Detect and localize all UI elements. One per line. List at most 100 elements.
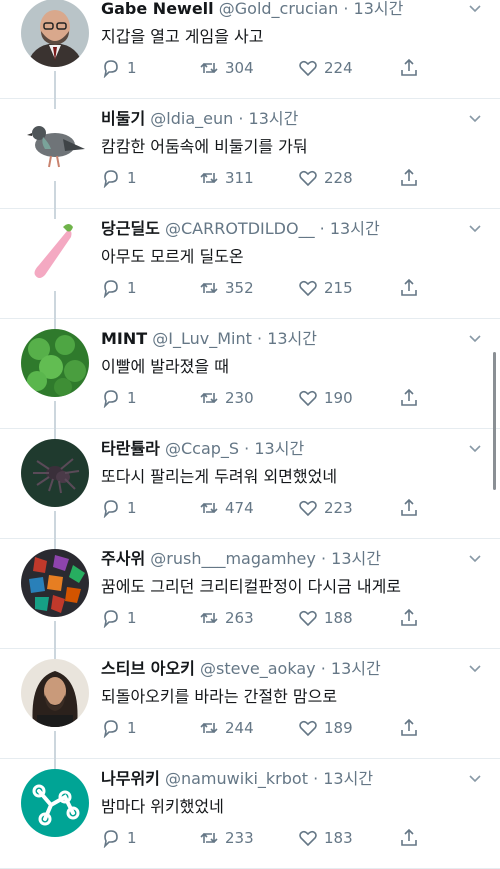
tweet[interactable]: 당근딜도 @CARROTDILDO__ · 13시간 아무도 모르게 딜도온 1… [0,209,500,329]
like-count: 188 [324,609,353,627]
share-button[interactable] [399,277,425,299]
chevron-down-icon[interactable] [468,662,482,676]
retweet-button[interactable]: 352 [199,277,254,299]
avatar[interactable] [21,769,89,837]
user-handle[interactable]: @Ccap_S [165,439,239,458]
like-count: 223 [324,499,353,517]
tweet-header: 주사위 @rush___magamhey · 13시간 [101,548,460,570]
timestamp[interactable]: 13시간 [331,659,381,678]
share-button[interactable] [399,607,425,629]
chevron-down-icon[interactable] [468,2,482,16]
reply-button[interactable]: 1 [101,497,137,519]
share-button[interactable] [399,387,425,409]
reply-count: 1 [127,59,137,77]
like-button[interactable]: 224 [298,57,353,79]
retweet-button[interactable]: 230 [199,387,254,409]
reply-button[interactable]: 1 [101,57,137,79]
display-name[interactable]: 스티브 아오키 [101,659,195,678]
user-handle[interactable]: @I_Luv_Mint [152,329,252,348]
share-button[interactable] [399,827,425,849]
reply-button[interactable]: 1 [101,607,137,629]
tweet-text: 또다시 팔리는게 두려워 외면했었네 [101,467,338,486]
retweet-button[interactable]: 474 [199,497,254,519]
chevron-down-icon[interactable] [468,222,482,236]
like-button[interactable]: 190 [298,387,353,409]
tweet-actions: 1 352 215 [101,277,480,299]
chevron-down-icon[interactable] [468,442,482,456]
reply-button[interactable]: 1 [101,827,137,849]
like-button[interactable]: 188 [298,607,353,629]
avatar[interactable] [21,659,89,727]
tweet[interactable]: 주사위 @rush___magamhey · 13시간 꿈에도 그리던 크리티컬… [0,539,500,659]
reply-icon [103,390,118,408]
chevron-down-icon[interactable] [468,552,482,566]
avatar[interactable] [21,0,89,67]
reply-count: 1 [127,499,137,517]
share-button[interactable] [399,57,425,79]
retweet-button[interactable]: 244 [199,717,254,739]
scrollbar[interactable] [493,352,496,490]
avatar[interactable] [21,219,89,287]
share-button[interactable] [399,497,425,519]
separator: · [319,219,325,238]
user-handle[interactable]: @ldia_eun [150,109,233,128]
share-button[interactable] [399,717,425,739]
user-handle[interactable]: @steve_aokay [200,659,316,678]
tweet[interactable]: 나무위키 @namuwiki_krbot · 13시간 밤마다 위키했었네 1 … [0,759,500,869]
tarantula-avatar-icon [21,439,89,507]
timestamp[interactable]: 13시간 [267,329,317,348]
tweet[interactable]: Gabe Newell @Gold_crucian · 13시간 지갑을 열고 … [0,0,500,109]
chevron-down-icon[interactable] [468,112,482,126]
timestamp[interactable]: 13시간 [323,769,373,788]
display-name[interactable]: 타란튤라 [101,439,160,458]
avatar[interactable] [21,549,89,617]
reply-button[interactable]: 1 [101,387,137,409]
reply-count: 1 [127,279,137,297]
like-button[interactable]: 228 [298,167,353,189]
like-button[interactable]: 223 [298,497,353,519]
reply-button[interactable]: 1 [101,167,137,189]
share-button[interactable] [399,167,425,189]
retweet-button[interactable]: 304 [199,57,254,79]
reply-button[interactable]: 1 [101,717,137,739]
like-count: 189 [324,719,353,737]
user-handle[interactable]: @CARROTDILDO__ [165,219,315,238]
timestamp[interactable]: 13시간 [354,0,404,18]
display-name[interactable]: 비둘기 [101,109,145,128]
retweet-button[interactable]: 311 [199,167,254,189]
user-handle[interactable]: @namuwiki_krbot [165,769,308,788]
timestamp[interactable]: 13시간 [254,439,304,458]
tweet[interactable]: MINT @I_Luv_Mint · 13시간 이빨에 발라졌을 때 1 230… [0,319,500,439]
tweet[interactable]: 타란튤라 @Ccap_S · 13시간 또다시 팔리는게 두려워 외면했었네 1… [0,429,500,549]
timestamp[interactable]: 13시간 [249,109,299,128]
like-button[interactable]: 215 [298,277,353,299]
user-handle[interactable]: @rush___magamhey [150,549,316,568]
display-name[interactable]: MINT [101,329,147,348]
avatar[interactable] [21,329,89,397]
like-button[interactable]: 189 [298,717,353,739]
tweet-header: 당근딜도 @CARROTDILDO__ · 13시간 [101,218,460,240]
chevron-down-icon[interactable] [468,332,482,346]
display-name[interactable]: 나무위키 [101,769,160,788]
person-suit-avatar-icon [21,0,89,67]
user-handle[interactable]: @Gold_crucian [219,0,339,18]
separator: · [343,0,349,18]
share-icon [401,58,417,76]
tweet[interactable]: 비둘기 @ldia_eun · 13시간 캄캄한 어둠속에 비둘기를 가둬 1 … [0,99,500,219]
display-name[interactable]: 당근딜도 [101,219,160,238]
display-name[interactable]: 주사위 [101,549,145,568]
tweet[interactable]: 스티브 아오키 @steve_aokay · 13시간 되돌아오키를 바라는 간… [0,649,500,769]
timestamp[interactable]: 13시간 [330,219,380,238]
avatar[interactable] [21,109,89,177]
separator: · [320,659,326,678]
like-button[interactable]: 183 [298,827,353,849]
avatar[interactable] [21,439,89,507]
display-name[interactable]: Gabe Newell [101,0,214,18]
retweet-button[interactable]: 263 [199,607,254,629]
chevron-down-icon[interactable] [468,772,482,786]
retweet-button[interactable]: 233 [199,827,254,849]
timestamp[interactable]: 13시간 [331,549,381,568]
retweet-count: 230 [225,389,254,407]
reply-button[interactable]: 1 [101,277,137,299]
heart-icon [299,390,317,407]
